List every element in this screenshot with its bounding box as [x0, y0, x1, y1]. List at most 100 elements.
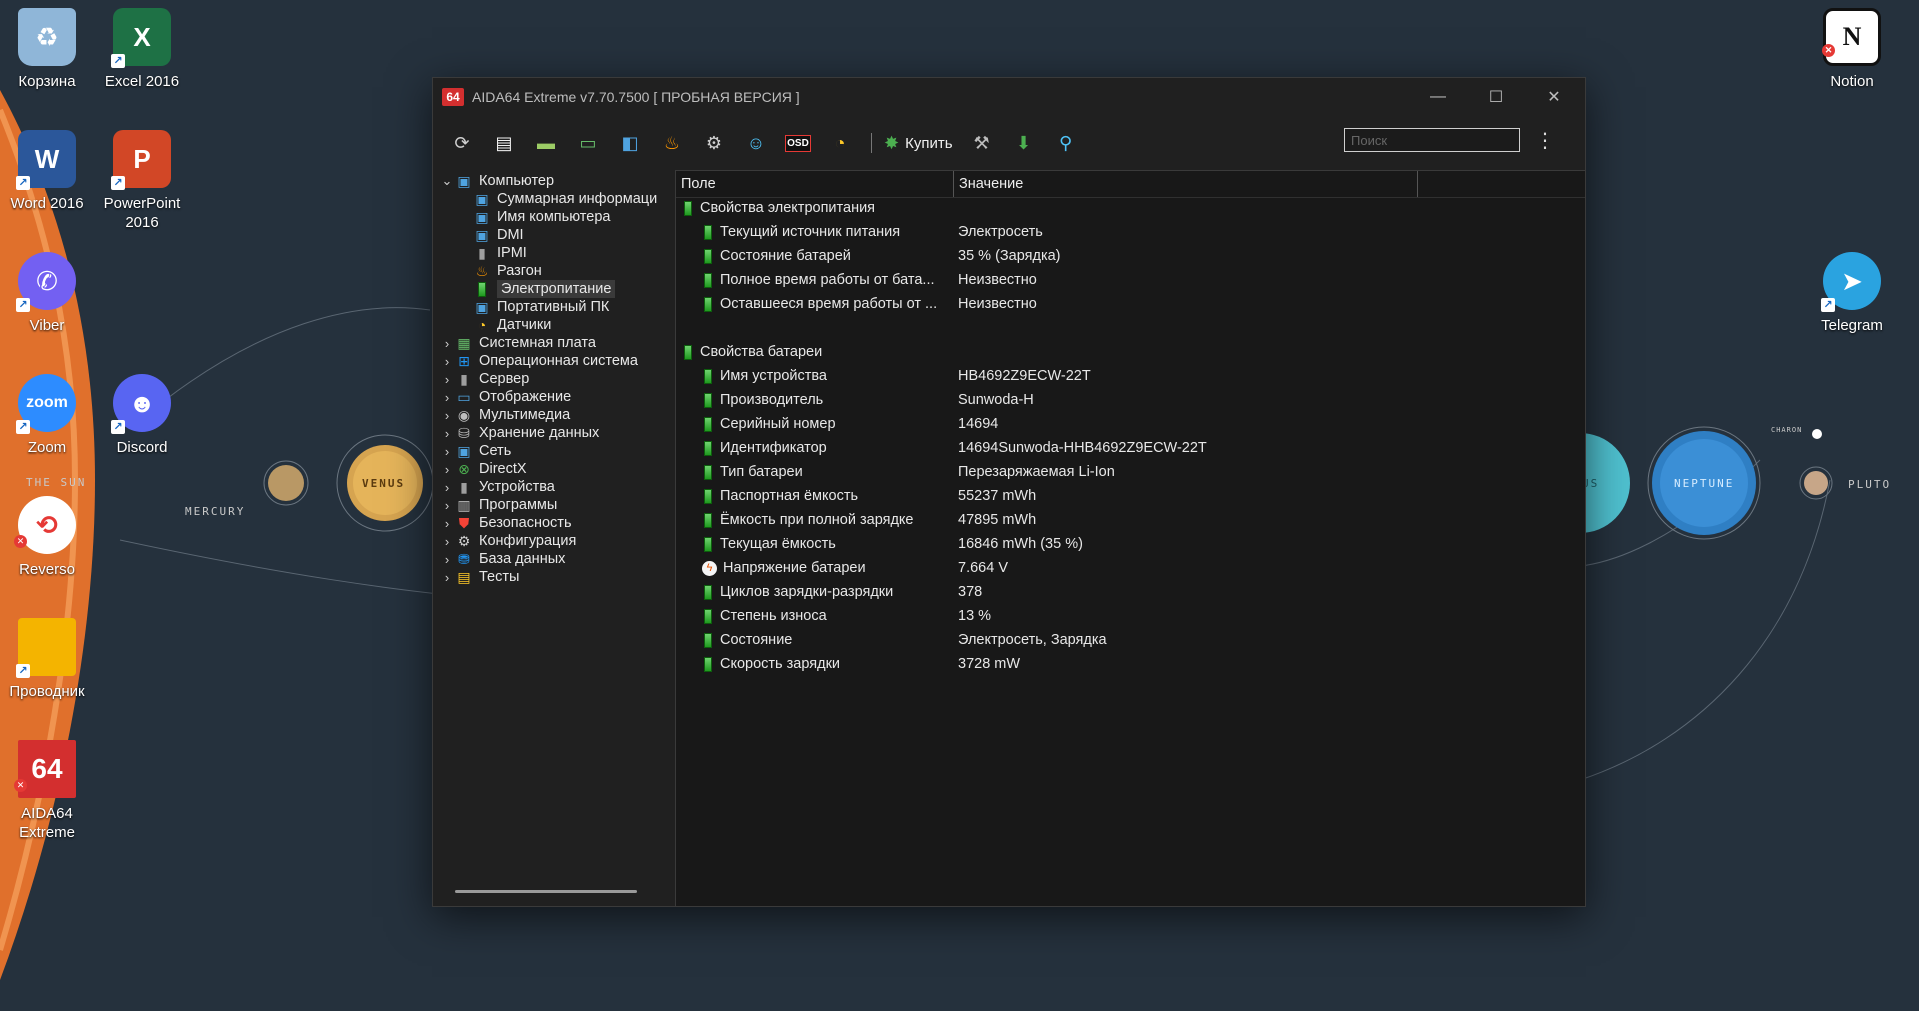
battery-icon: [684, 344, 692, 360]
report-icon[interactable]: ▤: [489, 128, 519, 158]
chevron-right-icon[interactable]: ›: [439, 570, 455, 585]
table-row[interactable]: Циклов зарядки-разрядки 378: [676, 581, 1585, 605]
desktop-icon-zoom[interactable]: zoom ↗ Zoom: [1, 374, 93, 457]
row-value: 378: [958, 584, 983, 600]
chevron-right-icon[interactable]: ›: [439, 552, 455, 567]
title-bar[interactable]: 64 AIDA64 Extreme v7.70.7500 [ ПРОБНАЯ В…: [433, 78, 1585, 116]
telegram-icon: ➤ ↗: [1821, 252, 1881, 312]
list-header: Поле Значение: [676, 171, 1585, 198]
tree-item-label: Разгон: [497, 263, 542, 279]
minimize-button[interactable]: —: [1409, 78, 1467, 116]
tree-item-label: Портативный ПК: [497, 299, 610, 315]
table-row[interactable]: Имя устройства HB4692Z9ECW-22T: [676, 365, 1585, 389]
warning-badge-icon: ✕: [1822, 44, 1835, 57]
tools-hammer-icon[interactable]: ⚒: [967, 128, 997, 158]
row-value: 7.664 V: [958, 560, 1008, 576]
desktop-icon-word[interactable]: W ↗ Word 2016: [1, 130, 93, 213]
tree-section-tests[interactable]: › ▤ Тесты: [439, 566, 520, 588]
table-row[interactable]: ϟ Напряжение батареи 7.664 V: [676, 557, 1585, 581]
download-arrow-icon[interactable]: ⬇: [1009, 128, 1039, 158]
desktop-icon-discord[interactable]: ☻ ↗ Discord: [96, 374, 188, 457]
row-value: Электросеть: [958, 224, 1043, 240]
desktop-icon-label: Проводник: [9, 683, 85, 700]
battery-icon: [704, 632, 712, 648]
chevron-right-icon[interactable]: ›: [439, 480, 455, 495]
maximize-button[interactable]: ☐: [1467, 78, 1525, 116]
row-value: 55237 mWh: [958, 488, 1037, 504]
table-row[interactable]: Производитель Sunwoda-H: [676, 389, 1585, 413]
table-row[interactable]: Полное время работы от бата... Неизвестн…: [676, 269, 1585, 293]
desktop-icon-viber[interactable]: ✆ ↗ Viber: [1, 252, 93, 335]
flame-icon[interactable]: ♨: [657, 128, 687, 158]
table-row[interactable]: Скорость зарядки 3728 mW: [676, 653, 1585, 677]
row-value: 16846 mWh (35 %): [958, 536, 1083, 552]
row-value: 3728 mW: [958, 656, 1021, 672]
desktop-icon-notion[interactable]: N ✕ Notion: [1806, 8, 1898, 91]
zoom-glyph: zoom: [26, 394, 68, 411]
group-header-power[interactable]: Свойства электропитания: [676, 197, 1585, 221]
chevron-right-icon[interactable]: ›: [439, 336, 455, 351]
chevron-right-icon[interactable]: ›: [439, 516, 455, 531]
desktop-icon-recycle-bin[interactable]: ♻ Корзина: [1, 8, 93, 91]
desktop-icon-telegram[interactable]: ➤ ↗ Telegram: [1806, 252, 1898, 335]
row-field: Скорость зарядки: [720, 656, 841, 672]
battery-icon: [704, 440, 712, 456]
desktop-icon-powerpoint[interactable]: P ↗ PowerPoint 2016: [96, 130, 188, 232]
tree-item-label: IPMI: [497, 245, 527, 261]
details-list: Поле Значение Свойства электропитания Те…: [675, 170, 1585, 906]
group-header-battery[interactable]: Свойства батареи: [676, 341, 1585, 365]
search-tool-icon[interactable]: ⚲: [1051, 128, 1081, 158]
refresh-icon[interactable]: ⟳: [447, 128, 477, 158]
table-row[interactable]: Состояние Электросеть, Зарядка: [676, 629, 1585, 653]
table-row[interactable]: Идентификатор 14694Sunwoda-HHB4692Z9ECW-…: [676, 437, 1585, 461]
table-row[interactable]: Тип батареи Перезаряжаемая Li-Ion: [676, 461, 1585, 485]
table-row[interactable]: Серийный номер 14694: [676, 413, 1585, 437]
desktop-icon-explorer[interactable]: ↗ Проводник: [1, 618, 93, 701]
osd-icon[interactable]: OSD: [783, 128, 813, 158]
row-value: Неизвестно: [958, 272, 1037, 288]
table-row[interactable]: Степень износа 13 %: [676, 605, 1585, 629]
chevron-right-icon[interactable]: ›: [439, 498, 455, 513]
chevron-right-icon[interactable]: ›: [439, 426, 455, 441]
battery-icon: [704, 368, 712, 384]
desktop-icon-label: Word 2016: [10, 195, 84, 212]
shortcut-arrow-icon: ↗: [1821, 298, 1835, 312]
tree-item-label: Конфигурация: [479, 533, 577, 549]
column-header-value[interactable]: Значение: [954, 171, 1418, 197]
desktop-icon-aida64[interactable]: 64 ✕ AIDA64 Extreme: [1, 740, 93, 842]
power-battery-icon: [684, 200, 692, 216]
memory-icon[interactable]: ▭: [573, 128, 603, 158]
more-menu-icon[interactable]: ⋮: [1533, 128, 1557, 154]
table-row[interactable]: Ёмкость при полной зарядке 47895 mWh: [676, 509, 1585, 533]
battery-icon: [704, 584, 712, 600]
chevron-right-icon[interactable]: ›: [439, 534, 455, 549]
tree-item-label: Датчики: [497, 317, 552, 333]
desktop-icon-reverso[interactable]: ⟲ ✕ Reverso: [1, 496, 93, 579]
settings-gear-icon[interactable]: ⚙: [699, 128, 729, 158]
desktop-icon-label: Viber: [29, 317, 65, 334]
table-row[interactable]: Паспортная ёмкость 55237 mWh: [676, 485, 1585, 509]
tree-horizontal-scrollbar[interactable]: [455, 890, 637, 893]
column-header-field[interactable]: Поле: [676, 171, 954, 197]
excel-icon: X ↗: [111, 8, 171, 68]
chevron-right-icon[interactable]: ›: [439, 372, 455, 387]
navigation-tree[interactable]: ⌄ ▣ Компьютер ▣ Суммарная информаци ▣ Им…: [433, 170, 671, 905]
buy-button[interactable]: ✸ Купить: [884, 128, 953, 158]
table-row[interactable]: Текущий источник питания Электросеть: [676, 221, 1585, 245]
network-tool-icon[interactable]: ◧: [615, 128, 645, 158]
table-row[interactable]: Оставшееся время работы от ... Неизвестн…: [676, 293, 1585, 317]
chevron-right-icon[interactable]: ›: [439, 408, 455, 423]
sensor-tool-icon[interactable]: ◔: [825, 128, 855, 158]
close-button[interactable]: ✕: [1525, 78, 1583, 116]
table-row[interactable]: Текущая ёмкость 16846 mWh (35 %): [676, 533, 1585, 557]
chevron-right-icon[interactable]: ›: [439, 444, 455, 459]
chevron-down-icon[interactable]: ⌄: [439, 173, 455, 189]
chevron-right-icon[interactable]: ›: [439, 354, 455, 369]
desktop-icon-excel[interactable]: X ↗ Excel 2016: [96, 8, 188, 91]
cpu-icon[interactable]: ▬: [531, 128, 561, 158]
search-input[interactable]: [1344, 128, 1520, 152]
table-row[interactable]: Состояние батарей 35 % (Зарядка): [676, 245, 1585, 269]
user-icon[interactable]: ☺: [741, 128, 771, 158]
chevron-right-icon[interactable]: ›: [439, 462, 455, 477]
chevron-right-icon[interactable]: ›: [439, 390, 455, 405]
